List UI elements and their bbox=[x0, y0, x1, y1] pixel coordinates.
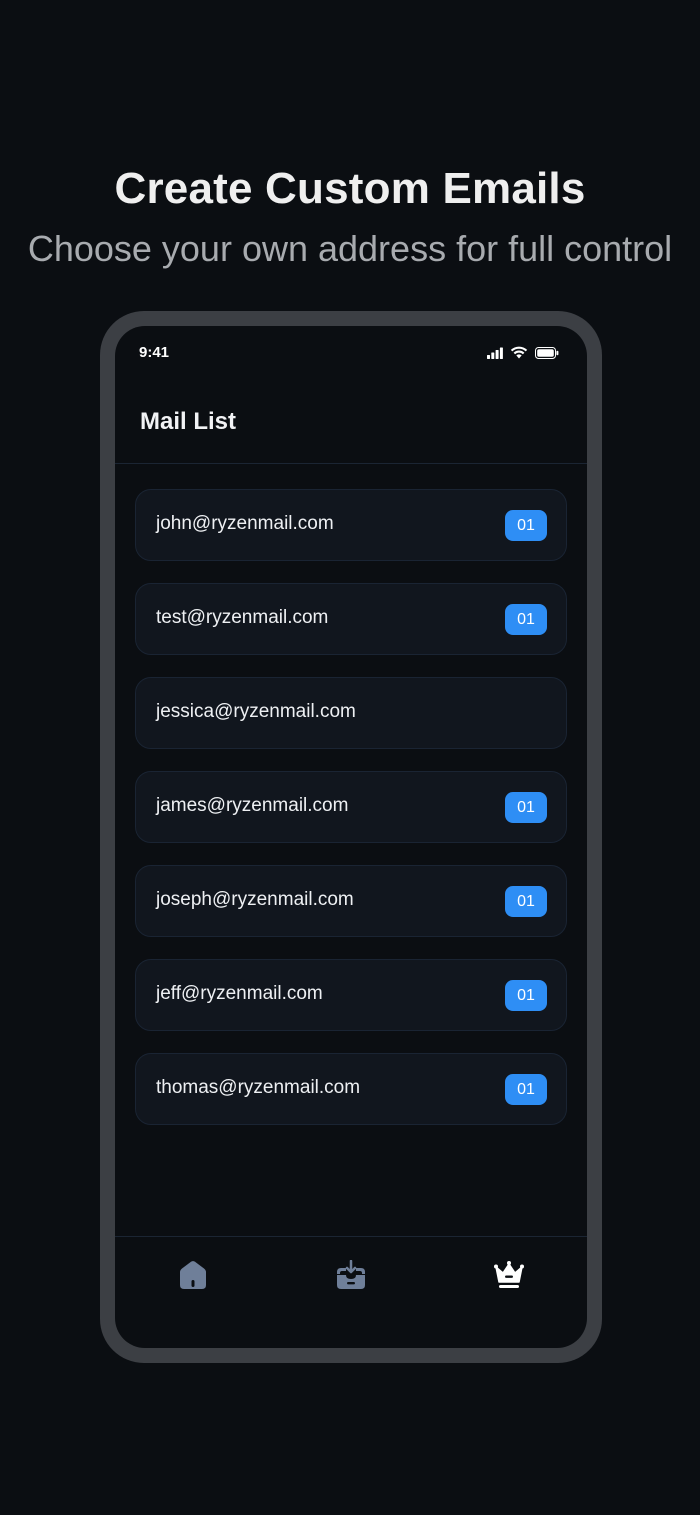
mail-list-item[interactable]: jeff@ryzenmail.com 01 bbox=[135, 959, 567, 1031]
unread-count-badge: 01 bbox=[505, 604, 547, 635]
nav-premium[interactable] bbox=[487, 1255, 531, 1295]
status-bar: 9:41 bbox=[139, 344, 559, 366]
wifi-icon bbox=[510, 346, 528, 359]
unread-count-badge: 01 bbox=[505, 886, 547, 917]
mail-address: joseph@ryzenmail.com bbox=[156, 889, 354, 910]
mail-address: jeff@ryzenmail.com bbox=[156, 983, 323, 1004]
hero-title: Create Custom Emails bbox=[114, 164, 586, 213]
crown-icon bbox=[494, 1261, 524, 1288]
nav-home[interactable] bbox=[171, 1255, 215, 1295]
hero-subtitle: Choose your own address for full control bbox=[27, 228, 673, 269]
mail-list-item[interactable]: jessica@ryzenmail.com bbox=[135, 677, 567, 749]
home-icon bbox=[180, 1261, 206, 1289]
mail-list-item[interactable]: james@ryzenmail.com 01 bbox=[135, 771, 567, 843]
phone-frame: 9:41 Mail List john@ryzenmail.com 01 tes… bbox=[100, 311, 602, 1363]
inbox-icon bbox=[337, 1260, 365, 1289]
nav-inbox[interactable] bbox=[329, 1255, 373, 1295]
unread-count-badge: 01 bbox=[505, 980, 547, 1011]
mail-list: john@ryzenmail.com 01 test@ryzenmail.com… bbox=[135, 489, 567, 1147]
onboarding-page: Create Custom Emails Choose your own add… bbox=[0, 0, 700, 1515]
mail-address: james@ryzenmail.com bbox=[156, 795, 349, 816]
mail-address: test@ryzenmail.com bbox=[156, 607, 329, 628]
app-header: 9:41 Mail List bbox=[115, 326, 587, 464]
unread-count-badge: 01 bbox=[505, 792, 547, 823]
mail-list-item[interactable]: test@ryzenmail.com 01 bbox=[135, 583, 567, 655]
signal-icon bbox=[487, 347, 503, 359]
mail-list-item[interactable]: john@ryzenmail.com 01 bbox=[135, 489, 567, 561]
unread-count-badge: 01 bbox=[505, 510, 547, 541]
mail-list-item[interactable]: thomas@ryzenmail.com 01 bbox=[135, 1053, 567, 1125]
unread-count-badge: 01 bbox=[505, 1074, 547, 1105]
mail-address: thomas@ryzenmail.com bbox=[156, 1077, 361, 1098]
page-title: Mail List bbox=[140, 408, 237, 435]
status-icons bbox=[487, 346, 559, 359]
mail-address: john@ryzenmail.com bbox=[156, 513, 334, 534]
mail-address: jessica@ryzenmail.com bbox=[156, 701, 356, 722]
status-time: 9:41 bbox=[139, 344, 170, 361]
bottom-navigation bbox=[115, 1236, 587, 1348]
phone-screen: 9:41 Mail List john@ryzenmail.com 01 tes… bbox=[115, 326, 587, 1348]
mail-list-item[interactable]: joseph@ryzenmail.com 01 bbox=[135, 865, 567, 937]
battery-icon bbox=[535, 346, 559, 359]
